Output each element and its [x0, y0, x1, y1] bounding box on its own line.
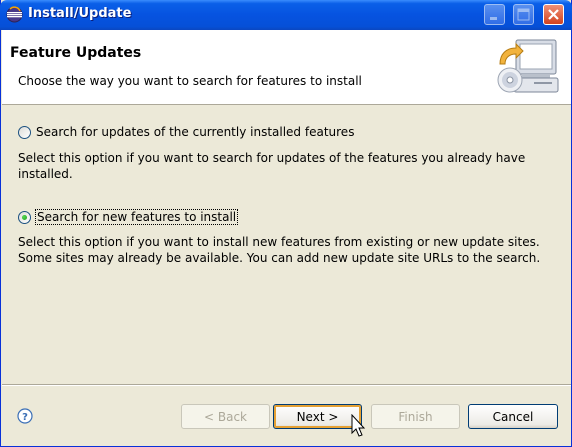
page-title: Feature Updates: [10, 45, 142, 61]
install-wizard-icon: [497, 39, 559, 93]
next-button[interactable]: Next >: [273, 404, 362, 429]
option-search-updates-label[interactable]: Search for updates of the currently inst…: [36, 125, 354, 139]
close-button[interactable]: [543, 4, 564, 25]
radio-search-updates[interactable]: [18, 125, 31, 139]
eclipse-app-icon: [6, 6, 23, 23]
radio-search-new-features[interactable]: [18, 210, 31, 224]
option-search-updates[interactable]: Search for updates of the currently inst…: [18, 125, 354, 139]
finish-button[interactable]: Finish: [371, 404, 460, 429]
title-bar[interactable]: Install/Update: [0, 0, 572, 30]
minimize-icon: [490, 17, 497, 20]
maximize-button[interactable]: [513, 4, 534, 25]
help-icon[interactable]: ?: [17, 408, 33, 424]
description-line: Some sites may already be available. You…: [18, 251, 541, 265]
back-button[interactable]: < Back: [181, 404, 270, 429]
option-search-updates-description: Select this option if you want to search…: [18, 150, 558, 182]
close-icon: [548, 9, 559, 20]
option-search-new-features-label[interactable]: Search for new features to install: [34, 209, 239, 225]
footer-separator: [2, 384, 571, 386]
option-search-new-features[interactable]: Search for new features to install: [18, 209, 239, 225]
window-title: Install/Update: [28, 6, 132, 21]
page-description: Choose the way you want to search for fe…: [18, 74, 362, 88]
description-line: Select this option if you want to instal…: [18, 235, 540, 249]
svg-text:?: ?: [22, 412, 28, 423]
mouse-cursor-icon: [351, 414, 366, 437]
install-update-dialog: Install/Update Feature Updates Choose th…: [0, 0, 572, 447]
maximize-icon: [517, 8, 530, 21]
wizard-banner: Feature Updates Choose the way you want …: [2, 30, 571, 105]
minimize-button[interactable]: [484, 4, 505, 25]
description-line: installed.: [18, 167, 73, 181]
cancel-button[interactable]: Cancel: [468, 404, 558, 429]
description-line: Select this option if you want to search…: [18, 151, 526, 165]
option-search-new-features-description: Select this option if you want to instal…: [18, 234, 558, 266]
